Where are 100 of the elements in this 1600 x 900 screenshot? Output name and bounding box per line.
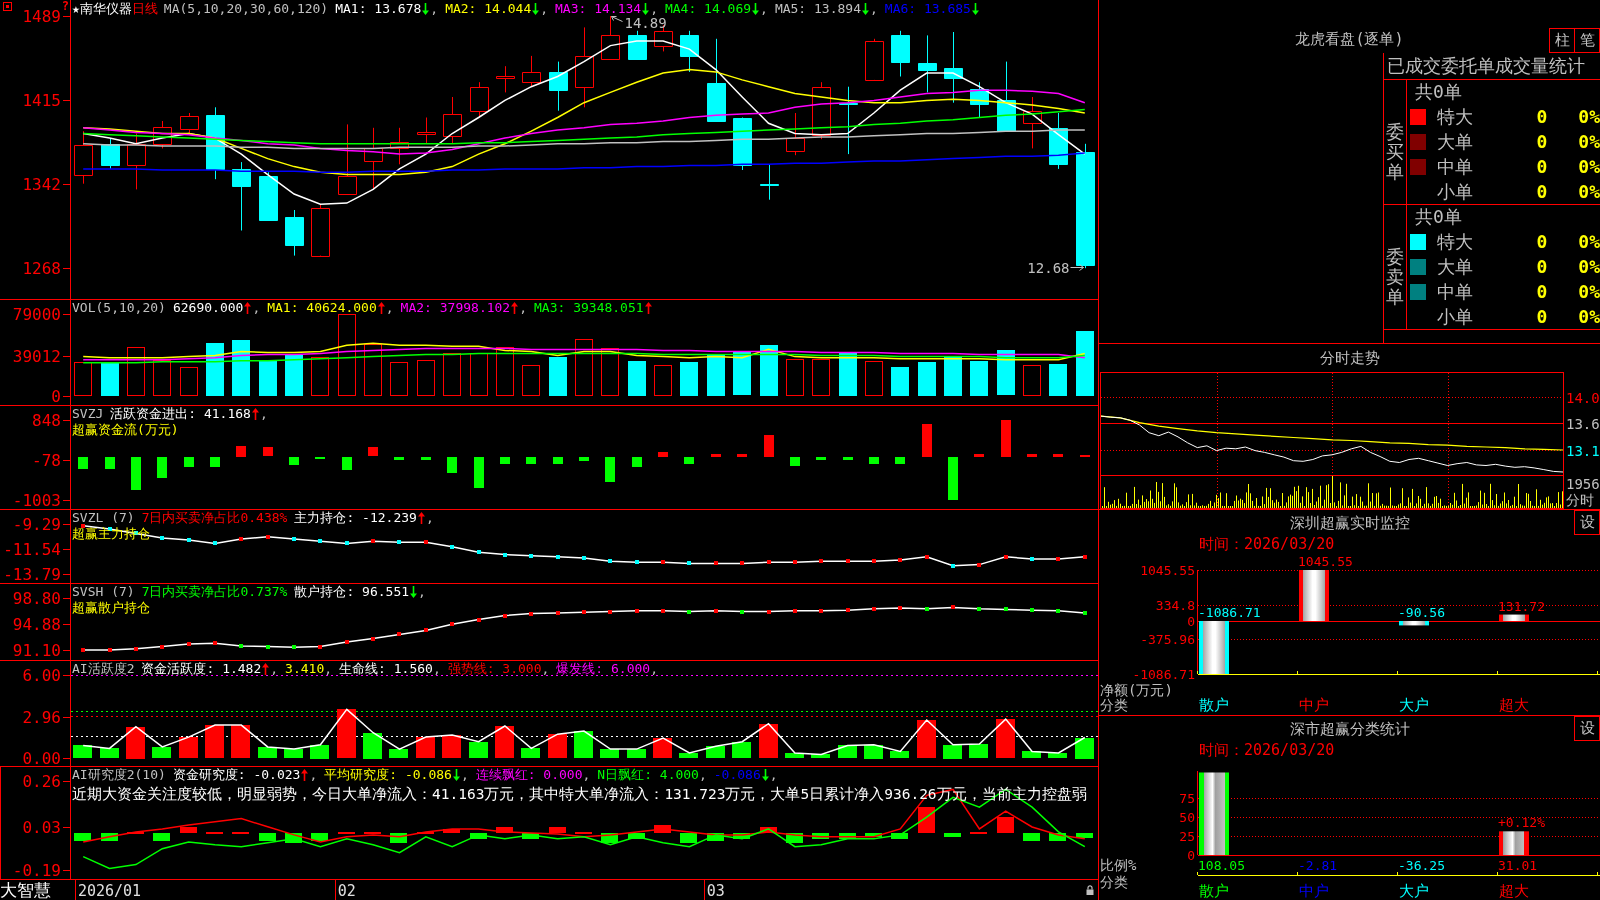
panel-title: 分时走势 — [1319, 348, 1380, 368]
candle — [733, 117, 752, 171]
order-count: 0 — [1535, 306, 1549, 327]
fund-flow-bar — [974, 454, 984, 457]
net-amount-bar — [1399, 621, 1429, 626]
volume-bar — [153, 360, 171, 396]
volume-bar — [206, 343, 224, 396]
activity-bar — [284, 749, 303, 758]
fund-flow-bar — [1001, 420, 1011, 457]
volume-bar — [1076, 331, 1094, 396]
axis-label: 50 — [1179, 810, 1195, 825]
activity-bar — [1048, 753, 1067, 758]
research-bar — [311, 833, 328, 841]
order-count: 0 — [1535, 106, 1549, 127]
legend-value: MA3: 39348.051 — [534, 300, 644, 316]
axis-label: 94.88 — [12, 615, 61, 634]
fund-flow-bar — [105, 457, 115, 469]
activity-bar — [627, 749, 646, 758]
settings-button[interactable]: 设 — [1574, 510, 1600, 535]
candle — [549, 61, 568, 112]
volume-share: 0% — [1577, 256, 1600, 277]
legend-value: 7日内买卖净占比0.438% — [141, 510, 288, 526]
volume-bar — [601, 348, 619, 396]
value-label: -2.81 — [1298, 857, 1338, 873]
comma: , — [698, 767, 707, 783]
volume-bar — [970, 361, 988, 396]
research-bar — [180, 827, 197, 833]
axis-label: 13.1 — [1566, 442, 1600, 459]
fund-flow-bar — [922, 424, 932, 457]
comma: , — [650, 1, 658, 17]
comma: , — [324, 661, 333, 677]
candle — [522, 55, 541, 88]
fund-flow-bar — [711, 454, 721, 457]
comma: , — [650, 661, 658, 677]
fund-flow-bar — [553, 457, 563, 464]
activity-bar — [679, 753, 698, 758]
fund-flow-bar — [816, 457, 826, 460]
legend-value: MA5: 13.894 — [774, 1, 861, 17]
activity-bar — [337, 709, 356, 758]
candle — [417, 117, 436, 145]
help-button[interactable]: ? — [61, 0, 69, 13]
candle — [338, 123, 357, 195]
fund-flow-bar — [579, 457, 589, 461]
activity-bar — [600, 749, 619, 758]
axis-label: 14.0 — [1566, 389, 1600, 406]
candle — [628, 30, 647, 60]
axis-label: 79000 — [12, 305, 61, 324]
research-bar — [680, 833, 697, 843]
research-bar — [390, 833, 407, 843]
candle — [918, 34, 937, 93]
fund-flow-bar — [394, 457, 404, 460]
side-label: 委卖单 — [1386, 247, 1404, 307]
research-bar — [470, 833, 487, 839]
volume-share: 0% — [1577, 181, 1600, 202]
ratio-bar — [1499, 831, 1529, 855]
net-amount-bar — [1499, 614, 1529, 621]
candle — [74, 130, 93, 185]
legend-value: 3.410 — [285, 661, 325, 677]
fund-flow-bar — [263, 447, 273, 456]
category-label: 大户 — [1399, 882, 1429, 900]
size-label: 中单 — [1437, 279, 1474, 304]
activity-bar — [231, 725, 250, 758]
activity-bar — [258, 747, 277, 758]
axis-label: 91.10 — [12, 641, 61, 660]
category-label: 超大 — [1499, 882, 1529, 900]
table-heading: 已成交委托单成交量统计 — [1384, 53, 1600, 80]
fund-flow-bar — [157, 457, 167, 478]
date-label: 时间：2026/03/20 — [1199, 742, 1335, 758]
candle — [443, 96, 462, 145]
legend-value: 强势线: 3.000 — [447, 661, 542, 677]
volume-bar — [997, 350, 1015, 395]
legend-value: 资金研究度: -0.023 — [172, 767, 301, 783]
fund-flow-bar — [1053, 454, 1063, 457]
legend-value: 生命线: 1.560 — [339, 661, 433, 677]
lock-icon — [1086, 885, 1094, 895]
brand-name: 大智慧 — [0, 880, 52, 900]
settings-button[interactable]: 设 — [1574, 716, 1600, 741]
axis-label: -1086.71 — [1132, 667, 1195, 682]
fund-flow-bar — [289, 457, 299, 465]
order-count: 0 — [1535, 156, 1549, 177]
research-bar — [549, 827, 566, 833]
size-label: 大单 — [1437, 254, 1474, 279]
fund-flow-bar — [342, 457, 352, 470]
fund-flow-bar — [368, 447, 378, 456]
fund-flow-bar — [131, 457, 141, 490]
research-bar — [1049, 833, 1066, 841]
view-toggle-button[interactable]: 笔 — [1575, 28, 1600, 53]
axis-label: 1415 — [22, 91, 61, 110]
volume-bar — [575, 339, 593, 396]
fund-flow-bar — [421, 457, 431, 460]
volume-bar — [74, 362, 92, 396]
activity-bar — [969, 744, 988, 758]
activity-bar — [706, 746, 725, 758]
research-bar — [997, 817, 1014, 833]
axis-label: 0.03 — [22, 818, 61, 837]
axis-label: -11.54 — [3, 540, 61, 559]
candle — [839, 86, 858, 155]
view-toggle-button[interactable]: 柱 — [1549, 28, 1575, 53]
research-bar — [839, 833, 856, 839]
research-bar — [601, 833, 618, 843]
